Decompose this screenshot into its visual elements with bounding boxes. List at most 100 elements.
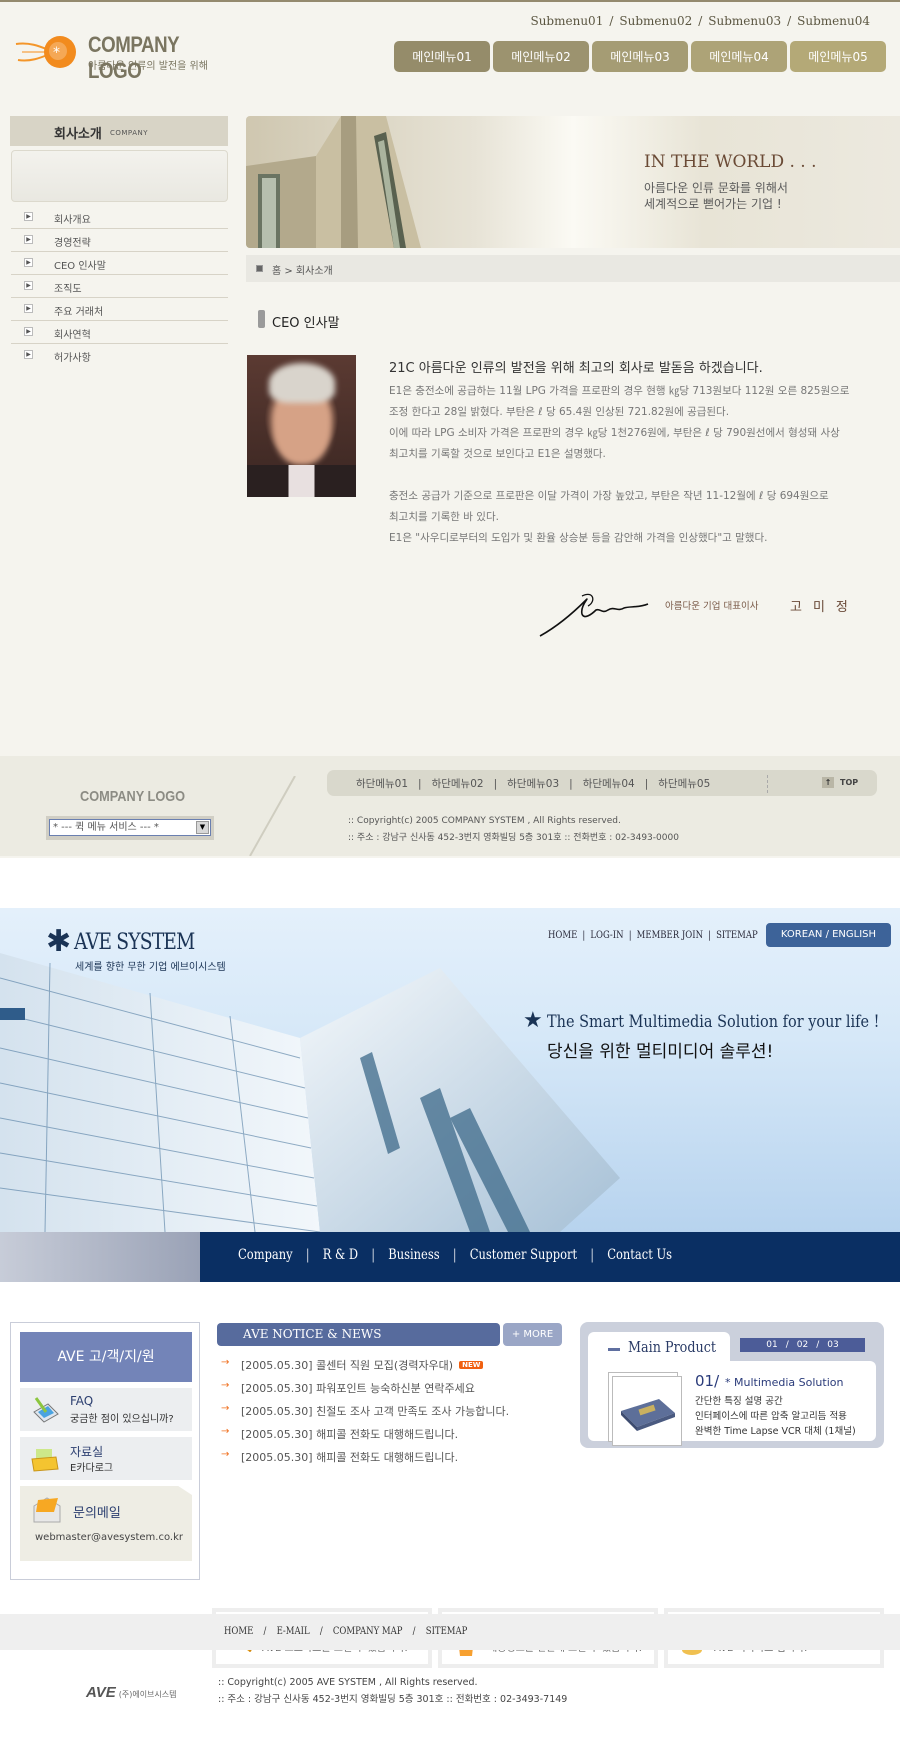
dropdown-arrow-icon[interactable]: ▼ — [196, 821, 209, 834]
faq-title: FAQ — [70, 1394, 94, 1408]
bottom-nav-company-map[interactable]: COMPANY MAP — [333, 1626, 403, 1637]
library-link[interactable]: 자료실 E카다로그 — [20, 1437, 192, 1480]
device-icon — [621, 1399, 675, 1431]
bullet-arrow-icon: ▶ — [24, 258, 33, 267]
main-menu-04[interactable]: 메인메뉴04 — [691, 41, 787, 72]
inquiry-mail-link[interactable]: 문의메일 webmaster@avesystem.co.kr — [20, 1486, 192, 1561]
footer-menu-02[interactable]: 하단메뉴02 — [432, 778, 484, 790]
footer-menu-01[interactable]: 하단메뉴01 — [356, 778, 408, 790]
bottom-nav-home[interactable]: HOME — [224, 1626, 253, 1637]
ceo-photo — [247, 355, 356, 497]
sidebar-item-ceo-greeting[interactable]: ▶ CEO 인사말 — [11, 252, 228, 275]
support-title: AVE 고/객/지/원 — [20, 1332, 192, 1382]
product-name[interactable]: * Multimedia Solution — [725, 1376, 843, 1389]
nav-company[interactable]: Company — [238, 1247, 293, 1263]
ceo-para1-line: 조정 한다고 28일 밝혔다. 부탄은 ℓ 당 65.4원 인상된 721.82… — [389, 406, 730, 418]
notice-text: 친절도 조사 고객 만족도 조사 가능합니다. — [316, 1405, 510, 1418]
nav-sitemap[interactable]: SITEMAP — [716, 930, 758, 941]
submenu-04[interactable]: Submenu04 — [797, 14, 870, 28]
mail-address[interactable]: webmaster@avesystem.co.kr — [35, 1532, 183, 1543]
main-menu-01[interactable]: 메인메뉴01 — [394, 41, 490, 72]
footer-logo-sub: (주)에이브시스템 — [118, 1690, 177, 1699]
page-03[interactable]: 03 — [827, 1340, 838, 1350]
submenu-bar: Submenu01 / Submenu02 / Submenu03 / Submenu04 — [530, 14, 870, 28]
sidebar-title-en: COMPANY — [110, 129, 149, 137]
nav-login[interactable]: LOG-IN — [590, 930, 623, 941]
notice-date: [2005.05.30] — [241, 1428, 313, 1441]
notice-date: [2005.05.30] — [241, 1405, 313, 1418]
notice-item[interactable]: → [2005.05.30] 해피콜 전화도 대행해드립니다. — [221, 1449, 566, 1472]
submenu-01[interactable]: Submenu01 — [530, 14, 603, 28]
main-menu-05[interactable]: 메인메뉴05 — [790, 41, 886, 72]
dash-icon — [608, 1348, 620, 1351]
notice-item[interactable]: → [2005.05.30] 콜센터 직원 모집(경력자우대) NEW — [221, 1357, 566, 1380]
top-button[interactable]: ↑ TOP — [822, 777, 858, 788]
footer-menu-05[interactable]: 하단메뉴05 — [658, 778, 710, 790]
page-02[interactable]: 02 — [797, 1340, 808, 1350]
notice-text: 파워포인트 능숙하신분 연락주세요 — [316, 1382, 475, 1395]
sidebar-item-label: CEO 인사말 — [54, 261, 106, 272]
sidebar-menu: ▶ 회사개요 ▶ 경영전략 ▶ CEO 인사말 ▶ 조직도 ▶ 주요 거래처 ▶ 회사연혁 … — [11, 206, 228, 367]
submenu-03[interactable]: Submenu03 — [708, 14, 781, 28]
notice-item[interactable]: → [2005.05.30] 해피콜 전화도 대행해드립니다. — [221, 1426, 566, 1449]
quick-menu-value: * --- 퀵 메뉴 서비스 --- * — [53, 822, 159, 833]
quick-menu-select[interactable]: * --- 퀵 메뉴 서비스 --- * ▼ — [46, 816, 214, 840]
title-bar-icon — [258, 310, 265, 328]
sidebar-title: 회사소개 — [54, 127, 102, 142]
company-site-template: * COMPANY LOGO 아름다운 인류의 발전을 위해 Submenu01… — [0, 0, 900, 858]
footer: COMPANY LOGO * --- 퀵 메뉴 서비스 --- * ▼ 하단메뉴… — [0, 756, 900, 856]
sidebar-item-label: 허가사항 — [54, 353, 91, 364]
sidebar-item-org-chart[interactable]: ▶ 조직도 — [11, 275, 228, 298]
ceo-heading: 21C 아름다운 인류의 발전을 위해 최고의 회사로 발돋음 하겠습니다. — [389, 361, 763, 376]
asterisk-icon: ✱ — [46, 924, 72, 959]
nav-member-join[interactable]: MEMBER JOIN — [637, 930, 703, 941]
footer-menu-03[interactable]: 하단메뉴03 — [507, 778, 559, 790]
ave-logo-subtitle: 세계를 향한 무한 기업 에브이시스템 — [75, 962, 226, 973]
bottom-nav-email[interactable]: E-MAIL — [277, 1626, 310, 1637]
bottom-nav-sitemap[interactable]: SITEMAP — [426, 1626, 468, 1637]
copyright: :: Copyright(c) 2005 AVE SYSTEM , All Ri… — [218, 1677, 478, 1688]
sidebar-item-overview[interactable]: ▶ 회사개요 — [11, 206, 228, 229]
language-toggle-button[interactable]: KOREAN / ENGLISH — [766, 923, 891, 947]
bullet-arrow-icon: ▶ — [24, 235, 33, 244]
submenu-02[interactable]: Submenu02 — [619, 14, 692, 28]
arrow-right-icon: → — [221, 1449, 230, 1460]
nav-business[interactable]: Business — [388, 1247, 439, 1263]
sidebar-item-partners[interactable]: ▶ 주요 거래처 — [11, 298, 228, 321]
footer-menu-04[interactable]: 하단메뉴04 — [583, 778, 635, 790]
company-logo[interactable]: * COMPANY LOGO 아름다운 인류의 발전을 위해 — [14, 32, 224, 83]
notice-date: [2005.05.30] — [241, 1382, 313, 1395]
footer-logo: COMPANY LOGO — [80, 788, 186, 805]
page-01[interactable]: 01 — [766, 1340, 777, 1350]
notice-item[interactable]: → [2005.05.30] 파워포인트 능숙하신분 연락주세요 — [221, 1380, 566, 1403]
more-button[interactable]: + MORE — [503, 1323, 562, 1346]
nav-customer-support[interactable]: Customer Support — [470, 1247, 577, 1263]
top-label: TOP — [840, 778, 859, 787]
bullet-arrow-icon: ▶ — [24, 212, 33, 221]
main-menu-02[interactable]: 메인메뉴02 — [493, 41, 589, 72]
breadcrumb-square-icon — [256, 265, 263, 272]
faq-link[interactable]: FAQ 궁금한 점이 있으십니까? — [20, 1388, 192, 1431]
nav-contact-us[interactable]: Contact Us — [607, 1247, 672, 1263]
sidebar-item-history[interactable]: ▶ 회사연혁 — [11, 321, 228, 344]
bullet-arrow-icon: ▶ — [24, 350, 33, 359]
bullet-arrow-icon: ▶ — [24, 327, 33, 336]
hero-banner: IN THE WORLD . . . 아름다운 인류 문화를 위해서 세계적으로… — [246, 116, 900, 248]
building-image — [0, 953, 620, 1232]
sidebar-item-licenses[interactable]: ▶ 허가사항 — [11, 344, 228, 367]
arrow-up-icon: ↑ — [822, 777, 834, 788]
footer-menu: 하단메뉴01 | 하단메뉴02 | 하단메뉴03 | 하단메뉴04 | 하단메뉴05 ↑ TOP — [327, 770, 877, 796]
notice-item[interactable]: → [2005.05.30] 친절도 조사 고객 만족도 조사 가능합니다. — [221, 1403, 566, 1426]
arrow-right-icon: → — [221, 1403, 230, 1414]
breadcrumb-text[interactable]: 홈 > 회사소개 — [272, 262, 333, 277]
ave-logo-title: AVE SYSTEM — [74, 930, 195, 955]
nav-home[interactable]: HOME — [548, 930, 577, 941]
product-image[interactable] — [612, 1376, 682, 1446]
sidebar-item-label: 경영전략 — [54, 238, 91, 249]
banner-text: 아름다운 인류 문화를 위해서 세계적으로 뻗어가는 기업 ! — [644, 180, 788, 212]
sidebar-item-strategy[interactable]: ▶ 경영전략 — [11, 229, 228, 252]
sidebar-item-label: 주요 거래처 — [54, 307, 104, 318]
signature-title: 아름다운 기업 대표이사 — [665, 601, 759, 612]
nav-rnd[interactable]: R & D — [323, 1247, 358, 1263]
main-menu-03[interactable]: 메인메뉴03 — [592, 41, 688, 72]
